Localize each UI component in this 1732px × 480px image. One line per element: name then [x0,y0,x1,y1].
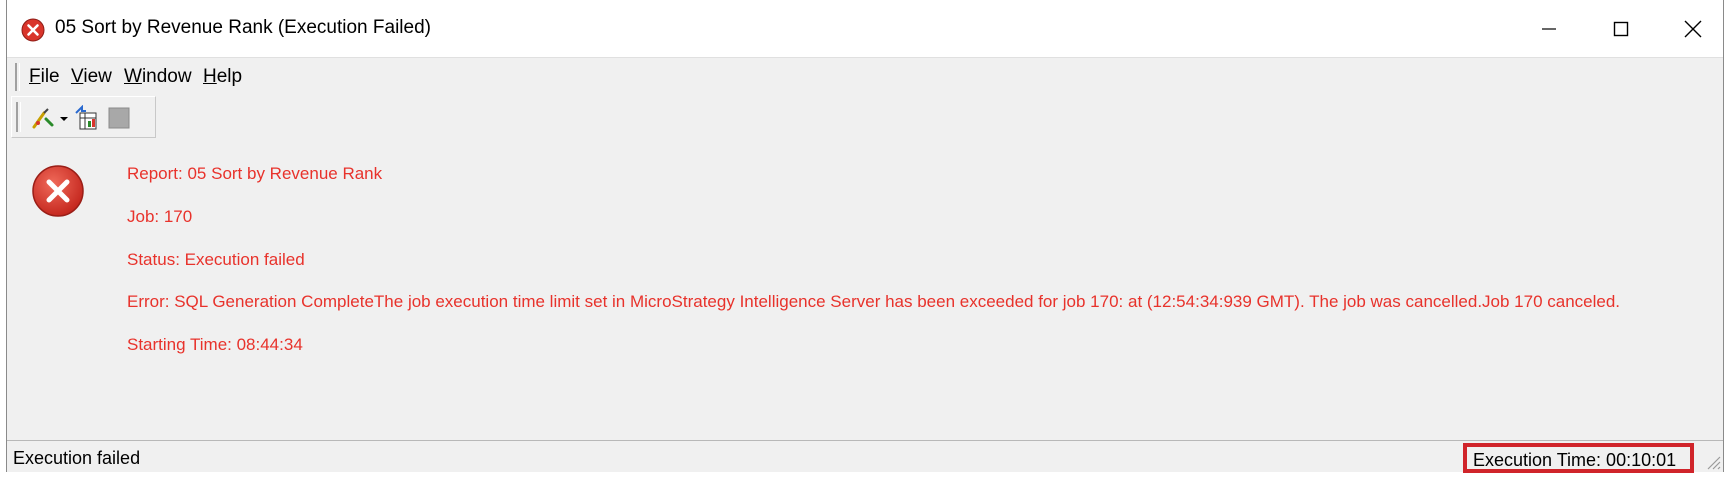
menubar-grip[interactable] [15,63,20,91]
status-bar: Execution failed Execution Time: 00:10:0… [7,440,1723,473]
job-line: Job: 170 [127,207,193,226]
stop-icon[interactable] [106,105,132,131]
menu-window[interactable]: Window [124,66,192,88]
dropdown-arrow-icon[interactable] [58,105,70,131]
toolbar [11,96,156,138]
execution-time-panel: Execution Time: 00:10:01 [1463,443,1694,473]
report-window: 05 Sort by Revenue Rank (Execution Faile… [6,0,1724,473]
menu-view[interactable]: View [71,66,112,88]
window-title: 05 Sort by Revenue Rank (Execution Faile… [55,17,431,38]
menu-file[interactable]: File [29,66,60,88]
toolbar-grip[interactable] [16,102,21,132]
menu-help[interactable]: Help [203,66,242,88]
error-line: Error: SQL Generation CompleteThe job ex… [127,292,1621,311]
status-line: Status: Execution failed [127,250,305,269]
export-icon[interactable] [74,104,100,131]
resize-grip-icon[interactable] [1703,452,1721,470]
starting-time-line: Starting Time: 08:44:34 [127,335,303,354]
error-icon [31,164,85,218]
status-text: Execution failed [13,448,141,468]
close-button[interactable] [1657,0,1729,57]
report-name-line: Report: 05 Sort by Revenue Rank [127,164,383,183]
maximize-button[interactable] [1585,0,1657,57]
error-title-icon [21,18,45,42]
run-report-icon[interactable] [30,105,56,131]
menu-bar: File View Window Help [7,57,1723,95]
minimize-button[interactable] [1513,0,1585,57]
title-bar[interactable]: 05 Sort by Revenue Rank (Execution Faile… [7,0,1723,57]
